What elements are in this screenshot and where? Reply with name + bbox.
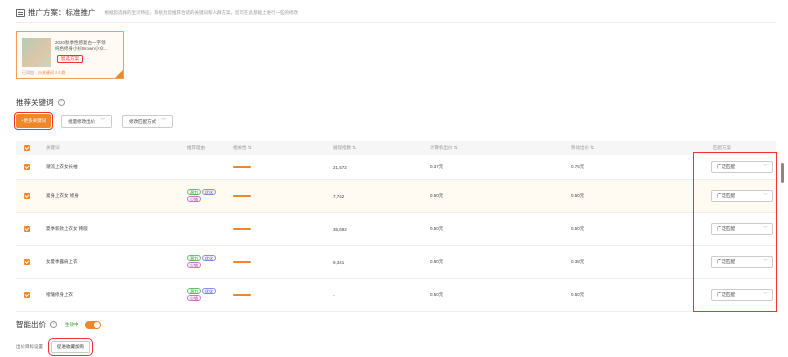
- table-row: 褶皱修身上衣 潜力 优化 少销 -0.50元 0.50元 广泛匹配 ﹀: [16, 279, 776, 312]
- relevance-bar: [233, 228, 251, 230]
- pc-bid-value[interactable]: 0.50元: [430, 259, 443, 265]
- col-impressions[interactable]: 展现指数 ⇅: [333, 145, 356, 151]
- page-header: 推广方案：标准推广 根据您选择的宝贝特征，系统为您推荐合适的关键词和人群方案，您…: [16, 7, 298, 18]
- table-header: 关键词 推荐理由 相关性 ⇅ 展现指数 ⇅ 计算机出价 ⇅ 移动出价 ⇅ 匹配方…: [16, 141, 776, 155]
- pc-bid-value[interactable]: 0.50元: [430, 193, 443, 199]
- table-row: 潮流上衣女长袖 21,572 0.37元 0.75元 广泛匹配 ﹀: [16, 155, 776, 180]
- help-icon[interactable]: ?: [50, 321, 57, 328]
- plan-tag: 智选方案: [57, 55, 83, 63]
- bid-target-select[interactable]: 促进收藏加购: [48, 338, 93, 356]
- reason-tag: 潜力: [187, 189, 201, 195]
- col-relevance[interactable]: 相关性 ⇅: [233, 145, 252, 151]
- select-all-checkbox[interactable]: [24, 145, 30, 151]
- selected-corner-icon: [115, 70, 123, 78]
- keyword-text: 夏季新款上衣女 韩版: [46, 226, 88, 231]
- col-keyword: 关键词: [46, 145, 60, 150]
- scrollbar[interactable]: [781, 163, 784, 183]
- impressions-value: -: [333, 292, 335, 298]
- keyword-text: 紧身上衣女 修身: [46, 193, 79, 198]
- match-mode-dropdown[interactable]: 修改匹配方式 ﹀: [122, 114, 174, 128]
- row-checkbox[interactable]: [24, 164, 30, 170]
- row-checkbox[interactable]: [24, 259, 30, 265]
- reason-tags: 潜力 优化 少销: [187, 255, 227, 269]
- product-thumbnail: [22, 38, 51, 67]
- match-mode-label: 修改匹配方式: [129, 118, 157, 124]
- plan-stats-value: 20关键词 2人群: [37, 70, 66, 75]
- row-checkbox[interactable]: [24, 193, 30, 199]
- mobile-bid-value[interactable]: 0.38元: [571, 259, 584, 265]
- help-icon[interactable]: ?: [57, 99, 65, 106]
- smart-bid-toggle[interactable]: [84, 320, 101, 329]
- impressions-value: 35,692: [333, 226, 347, 232]
- keyword-text: 女夏季露肩上衣: [46, 259, 78, 264]
- pc-bid-value[interactable]: 0.50元: [430, 292, 443, 298]
- relevance-bar: [233, 166, 251, 168]
- smart-bid-title: 智能出价: [16, 320, 46, 329]
- keyword-text: 褶皱修身上衣: [46, 292, 73, 297]
- table-row: 女夏季露肩上衣 潜力 优化 少销 9,341 0.50元 0.38元 广泛匹配 ﹀: [16, 246, 776, 279]
- pc-bid-value[interactable]: 0.50元: [430, 226, 443, 232]
- bid-target-label: 出价目标设置: [16, 344, 43, 349]
- table-row: 紧身上衣女 修身 潜力 优化 少销 7,742 0.50元 0.50元 广泛匹配 ﹀: [16, 180, 776, 213]
- mobile-bid-value[interactable]: 0.75元: [571, 164, 584, 170]
- product-title-line2: 纯色修身小衫Brown小众...: [55, 46, 108, 51]
- reason-tag: 优化: [202, 189, 216, 195]
- page-description: 根据您选择的宝贝特征，系统为您推荐合适的关键词和人群方案，您可在此基础上进行一些…: [104, 9, 299, 15]
- match-column-highlight: [693, 152, 777, 312]
- reason-tags: 潜力 优化 少销: [187, 288, 227, 302]
- bid-target-row: 出价目标设置 促进收藏加购: [16, 338, 93, 356]
- add-keywords-button[interactable]: +更多关键词: [13, 112, 54, 130]
- mobile-bid-value[interactable]: 0.50元: [571, 292, 584, 298]
- plan-stats: 已添加 · 20关键词 2人群: [22, 70, 66, 75]
- reason-tag: 潜力: [187, 255, 201, 261]
- chevron-down-icon: ﹀: [161, 117, 167, 124]
- row-checkbox[interactable]: [24, 292, 30, 298]
- mobile-bid-value[interactable]: 0.50元: [571, 226, 584, 232]
- section-title: 推荐关键词: [16, 98, 54, 107]
- reason-tags: 潜力 优化 少销: [187, 189, 227, 203]
- plan-card[interactable]: 2020秋季性感复古一字领 纯色修身小衫Brown小众... 智选方案 已添加 …: [16, 31, 124, 79]
- plan-icon: [16, 8, 25, 17]
- relevance-bar: [233, 261, 251, 263]
- table-row: 夏季新款上衣女 韩版 35,692 0.50元 0.50元 广泛匹配 ﹀: [16, 213, 776, 246]
- reason-tag: 潜力: [187, 288, 201, 294]
- relevance-bar: [233, 195, 251, 197]
- pc-bid-value[interactable]: 0.37元: [430, 164, 443, 170]
- mobile-bid-value[interactable]: 0.50元: [571, 193, 584, 199]
- impressions-value: 7,742: [333, 193, 345, 199]
- reason-tag: 少销: [187, 196, 201, 202]
- col-pc-bid[interactable]: 计算机出价 ⇅: [430, 145, 458, 151]
- col-reason: 推荐理由: [187, 145, 205, 150]
- reason-tag: 少销: [187, 295, 201, 301]
- relevance-bar: [233, 294, 251, 296]
- section-header: 推荐关键词 ?: [16, 97, 65, 108]
- smart-bid-status: 生效中: [65, 321, 79, 327]
- smart-bid-section: 智能出价 ? 生效中: [16, 319, 101, 330]
- reason-tag: 优化: [202, 288, 216, 294]
- batch-bid-dropdown[interactable]: 批量修改出价 ﹀: [61, 114, 113, 128]
- batch-bid-label: 批量修改出价: [68, 118, 96, 124]
- row-checkbox[interactable]: [24, 226, 30, 232]
- impressions-value: 9,341: [333, 259, 345, 265]
- impressions-value: 21,572: [333, 164, 347, 170]
- reason-tag: 优化: [202, 255, 216, 261]
- keyword-text: 潮流上衣女长袖: [46, 164, 78, 169]
- toolbar: +更多关键词 批量修改出价 ﹀ 修改匹配方式 ﹀: [13, 112, 174, 130]
- reason-tag: 少销: [187, 262, 201, 268]
- col-match: 匹配方案: [713, 145, 731, 150]
- page-title: 推广方案：标准推广: [28, 8, 96, 17]
- chevron-down-icon: ﹀: [100, 117, 106, 124]
- divider: [16, 22, 776, 23]
- col-mobile-bid[interactable]: 移动出价 ⇅: [571, 145, 594, 151]
